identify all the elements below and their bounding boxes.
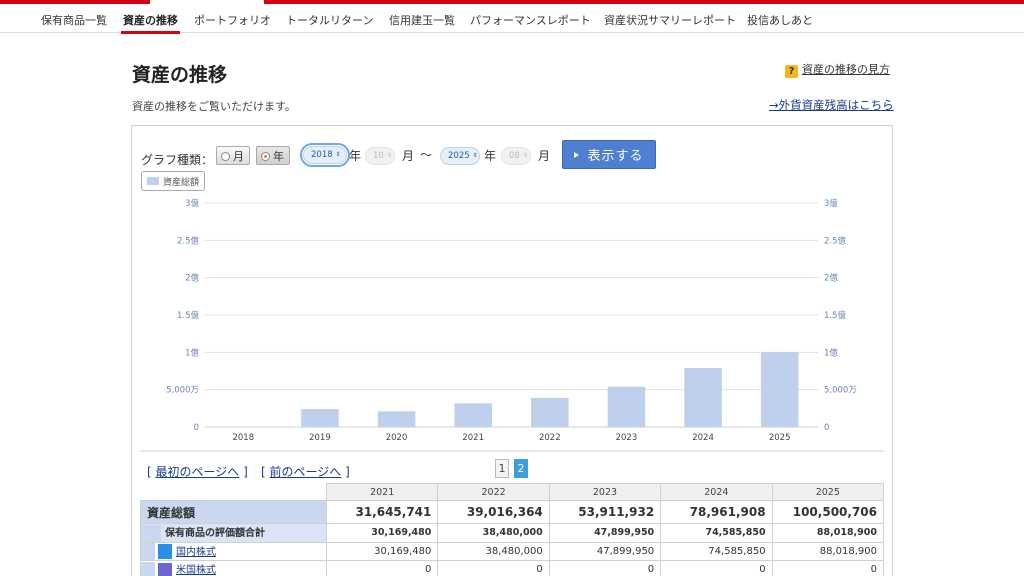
table-cell: 30,169,480 (325, 523, 439, 543)
table-cell: 74,585,850 (660, 523, 773, 543)
sub-navigation: 保有商品一覧 資産の推移 ポートフォリオ トータルリターン 信用建玉一覧 パフォ… (0, 4, 1024, 34)
row-label-us-stocks: 米国株式 (140, 560, 327, 576)
row-label-total-assets: 資産総額 (140, 500, 327, 524)
page-button-2[interactable]: 2 (514, 459, 528, 478)
bar-2022 (531, 397, 569, 427)
nav-item-performance-report[interactable]: パフォーマンスレポート (470, 12, 591, 28)
help-link-label: 資産の推移の見方 (802, 63, 890, 76)
y-tick-label-right: 2.5億 (824, 235, 847, 246)
table-cell: 0 (437, 560, 550, 576)
page-subtitle: 資産の推移をご覧いただけます。 (132, 100, 296, 113)
x-tick-label: 2022 (539, 433, 561, 443)
nav-item-fund-footprint[interactable]: 投信あしあと (747, 12, 813, 28)
table-cell: 0 (660, 560, 773, 576)
table-cell: 38,480,000 (437, 541, 550, 561)
help-link[interactable]: ? 資産の推移の見方 (785, 61, 890, 78)
x-tick-label: 2021 (462, 433, 484, 443)
y-tick-label-right: 3億 (824, 198, 838, 209)
bar-2019 (301, 409, 339, 427)
nav-item-margin-positions[interactable]: 信用建玉一覧 (389, 12, 455, 28)
nav-item-summary-report[interactable]: 資産状況サマリーレポート (604, 12, 736, 28)
table-cell: 0 (548, 560, 662, 576)
y-tick-label-right: 5,000万 (824, 386, 857, 396)
table-row-domestic-stocks: 国内株式 30,169,480 38,480,000 47,899,950 74… (140, 541, 885, 561)
bar-2025 (760, 351, 799, 427)
table-cell: 74,585,850 (660, 541, 773, 561)
x-tick-label: 2018 (232, 433, 254, 443)
y-tick-label-left: 5,000万 (166, 386, 199, 396)
y-tick-label-left: 2.5億 (177, 235, 200, 246)
prev-page-label: 前のページへ (269, 465, 342, 479)
y-tick-label-right: 0 (824, 423, 829, 433)
y-tick-label-left: 3億 (185, 198, 199, 209)
table-corner (140, 483, 327, 501)
y-tick-label-left: 2億 (185, 273, 199, 284)
indent-bar (141, 561, 172, 576)
table-cell: 39,016,364 (437, 500, 550, 524)
bar-2021 (454, 403, 492, 427)
page-button-1[interactable]: 1 (495, 459, 509, 478)
nav-item-holdings[interactable]: 保有商品一覧 (41, 12, 107, 28)
table-cell: 53,911,932 (548, 500, 662, 524)
nav-item-portfolio[interactable]: ポートフォリオ (194, 12, 271, 28)
table-cell: 47,899,950 (548, 541, 662, 561)
page-title: 資産の推移 (132, 64, 228, 86)
table-cell: 78,961,908 (660, 500, 773, 524)
column-header-year: 2023 (548, 483, 662, 501)
us-stocks-link[interactable]: 米国株式 (176, 565, 216, 576)
y-tick-label-right: 2億 (824, 273, 838, 284)
row-label-holdings-value: 保有商品の評価額合計 (140, 523, 327, 543)
category-color-swatch (158, 562, 172, 576)
table-row-holdings-value: 保有商品の評価額合計 30,169,480 38,480,000 47,899,… (140, 523, 885, 543)
table-row-us-stocks: 米国株式 0 0 0 0 0 (140, 560, 885, 576)
first-page-label: 最初のページへ (155, 465, 240, 479)
y-tick-label-left: 0 (194, 423, 199, 433)
row-label-text: 保有商品の評価額合計 (165, 528, 265, 539)
y-tick-label-right: 1億 (824, 347, 838, 358)
table-cell: 38,480,000 (437, 523, 550, 543)
question-icon: ? (785, 65, 798, 78)
prev-page-link[interactable]: [ 前のページへ ] (261, 463, 350, 480)
table-cell: 88,018,900 (771, 541, 885, 561)
nav-item-asset-history[interactable]: 資産の推移 (121, 12, 180, 34)
category-color-swatch (158, 544, 172, 559)
table-cell: 30,169,480 (325, 541, 439, 561)
asset-history-table: 2021 2022 2023 2024 2025 資産総額 31,645,741… (140, 483, 885, 576)
table-cell: 31,645,741 (325, 500, 439, 524)
first-page-link[interactable]: [ 最初のページへ ] (147, 463, 248, 480)
bar-2024 (684, 368, 722, 427)
column-header-year: 2025 (771, 483, 885, 501)
column-header-year: 2024 (660, 483, 773, 501)
x-tick-label: 2019 (309, 433, 331, 443)
table-cell: 47,899,950 (548, 523, 662, 543)
column-header-year: 2021 (325, 483, 439, 501)
foreign-assets-link[interactable]: →外貨資産残高はこちら (769, 97, 894, 113)
column-header-year: 2022 (437, 483, 550, 501)
table-row-total-assets: 資産総額 31,645,741 39,016,364 53,911,932 78… (140, 500, 885, 524)
table-cell: 0 (325, 560, 439, 576)
table-cell: 100,500,706 (771, 500, 885, 524)
asset-history-chart: 0 0 5,000万 5,000万 1億 1億 1.5億 1.5億 2億 2億 2.5億 2.5億 3億… (140, 198, 884, 452)
x-tick-label: 2023 (616, 433, 638, 443)
asset-history-panel: グラフ種類： 月 年 2018 ⇕ 年 10 ⇕ 月 〜 2025 ⇕ 年 08 ⇕ 月… (131, 125, 893, 576)
x-tick-label: 2025 (769, 433, 791, 443)
table-cell: 0 (771, 560, 885, 576)
indent-bar (141, 524, 161, 542)
table-cell: 88,018,900 (771, 523, 885, 543)
x-tick-label: 2020 (386, 433, 408, 443)
x-tick-label: 2024 (692, 433, 714, 443)
bar-2023 (607, 386, 646, 427)
indent-bar (141, 543, 172, 560)
domestic-stocks-link[interactable]: 国内株式 (176, 547, 216, 558)
y-tick-label-left: 1.5億 (177, 310, 200, 321)
y-tick-label-right: 1.5億 (824, 310, 847, 321)
nav-item-total-return[interactable]: トータルリターン (286, 12, 373, 28)
bar-2020 (377, 411, 416, 427)
row-label-domestic-stocks: 国内株式 (140, 541, 327, 561)
y-tick-label-left: 1億 (185, 347, 199, 358)
